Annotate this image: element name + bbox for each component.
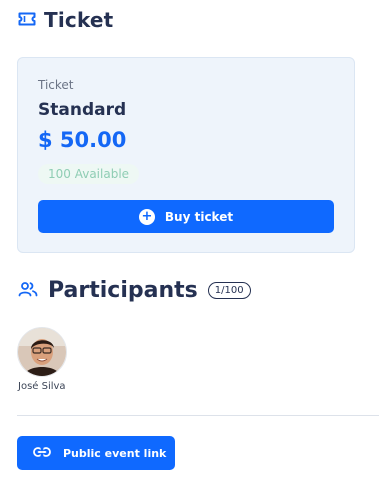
availability-badge: 100 Available <box>38 164 140 184</box>
buy-ticket-label: Buy ticket <box>164 209 234 224</box>
participants-count-badge: 1/100 <box>207 282 251 299</box>
ticket-icon <box>18 11 36 30</box>
participants-header: Participants 1/100 <box>18 278 251 303</box>
participant-name: José Silva <box>18 381 66 392</box>
avatar[interactable] <box>17 327 67 377</box>
buy-ticket-button[interactable]: + Buy ticket <box>38 200 334 233</box>
link-icon <box>33 446 51 460</box>
ticket-type: Standard <box>38 100 127 120</box>
users-icon <box>18 281 38 301</box>
ticket-label: Ticket <box>38 78 74 92</box>
participants-title: Participants <box>48 278 198 303</box>
ticket-card: Ticket Standard $ 50.00 100 Available + … <box>17 57 355 253</box>
public-event-link-button[interactable]: Public event link <box>17 436 175 470</box>
ticket-price: $ 50.00 <box>38 128 127 152</box>
ticket-section-title: Ticket <box>44 8 114 32</box>
divider <box>17 415 379 416</box>
ticket-section-header: Ticket <box>18 8 113 32</box>
plus-circle-icon: + <box>138 208 155 225</box>
public-event-link-label: Public event link <box>63 446 167 460</box>
